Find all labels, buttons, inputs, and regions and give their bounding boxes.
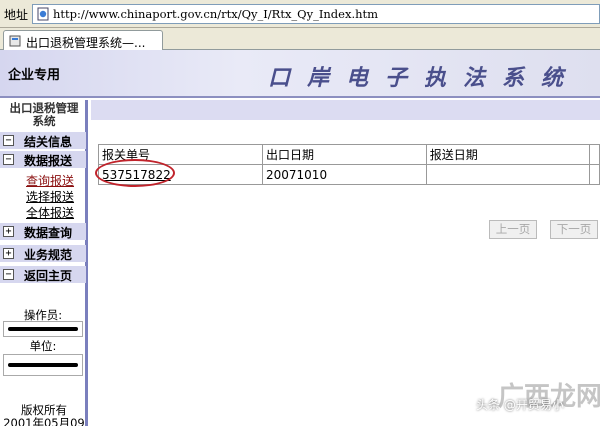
- menu-label: 结关信息: [24, 135, 73, 149]
- declaration-no-link[interactable]: 537517822: [102, 168, 171, 182]
- column-header-declaration-no: 报关单号: [98, 144, 263, 165]
- extra-cell: [589, 164, 600, 185]
- system-title: 口岸电子执法系统: [268, 65, 581, 91]
- column-header-export-date: 出口日期: [262, 144, 427, 165]
- redaction-mark: [8, 327, 78, 331]
- address-bar: 地址 http://www.chinaport.gov.cn/rtx/Qy_I/…: [0, 0, 600, 28]
- sidebar-title-text: 出口退税管理系统: [9, 101, 79, 128]
- table-header-row: 报关单号 出口日期 报送日期: [98, 144, 600, 165]
- collapse-icon[interactable]: −: [3, 135, 14, 146]
- menu-item-customs-clearance[interactable]: − 结关信息: [0, 132, 86, 149]
- main-header-band: [91, 100, 600, 120]
- operator-field: [3, 321, 83, 337]
- results-table: 报关单号 出口日期 报送日期 537517822 20071010: [98, 144, 600, 185]
- redaction-mark: [8, 363, 78, 367]
- url-text: http://www.chinaport.gov.cn/rtx/Qy_I/Rtx…: [53, 7, 379, 21]
- submenu-query-submit[interactable]: 查询报送: [26, 172, 74, 189]
- browser-tab[interactable]: 出口退税管理系统—...: [3, 30, 163, 51]
- menu-item-business-rules[interactable]: + 业务规范: [0, 245, 86, 262]
- menu-label: 业务规范: [24, 248, 73, 262]
- prev-page-button[interactable]: 上一页: [489, 220, 537, 239]
- expand-icon[interactable]: +: [3, 226, 14, 237]
- url-input[interactable]: http://www.chinaport.gov.cn/rtx/Qy_I/Rtx…: [32, 4, 600, 24]
- sidebar-title: 出口退税管理系统: [0, 102, 88, 128]
- declaration-no-cell[interactable]: 537517822: [98, 164, 263, 185]
- menu-item-data-query[interactable]: + 数据查询: [0, 223, 86, 240]
- column-header-extra: [589, 144, 600, 165]
- watermark-caption: 头条 @开贸易小: [476, 398, 564, 412]
- page-icon: [37, 7, 49, 21]
- menu-item-data-submission[interactable]: − 数据报送: [0, 151, 86, 168]
- unit-field: [3, 354, 83, 376]
- unit-label: 单位:: [29, 339, 57, 353]
- expand-icon[interactable]: +: [3, 248, 14, 259]
- table-row[interactable]: 537517822 20071010: [98, 164, 600, 185]
- export-date-cell: 20071010: [262, 164, 427, 185]
- tab-title: 出口退税管理系统—...: [26, 36, 146, 50]
- menu-item-return-home[interactable]: − 返回主页: [0, 266, 86, 283]
- sidebar: 出口退税管理系统 − 结关信息 − 数据报送 查询报送 选择报送 全体报送 + …: [0, 100, 88, 426]
- next-page-button[interactable]: 下一页: [550, 220, 598, 239]
- collapse-icon[interactable]: −: [3, 154, 14, 165]
- enterprise-label: 企业专用: [8, 68, 61, 83]
- page-icon: [9, 35, 21, 47]
- address-label: 地址: [4, 8, 29, 22]
- submit-date-cell: [425, 164, 591, 185]
- column-header-submit-date: 报送日期: [425, 144, 591, 165]
- menu-label: 返回主页: [24, 269, 73, 283]
- tab-strip: 出口退税管理系统—...: [0, 28, 600, 51]
- menu-label: 数据查询: [24, 226, 73, 240]
- menu-label: 数据报送: [24, 154, 73, 168]
- submenu-select-submit[interactable]: 选择报送: [26, 188, 74, 205]
- collapse-icon[interactable]: −: [3, 269, 14, 280]
- copyright-line2: 2001年05月09日: [3, 416, 85, 426]
- banner: 企业专用 口岸电子执法系统: [0, 50, 600, 98]
- submenu-all-submit[interactable]: 全体报送: [26, 204, 74, 221]
